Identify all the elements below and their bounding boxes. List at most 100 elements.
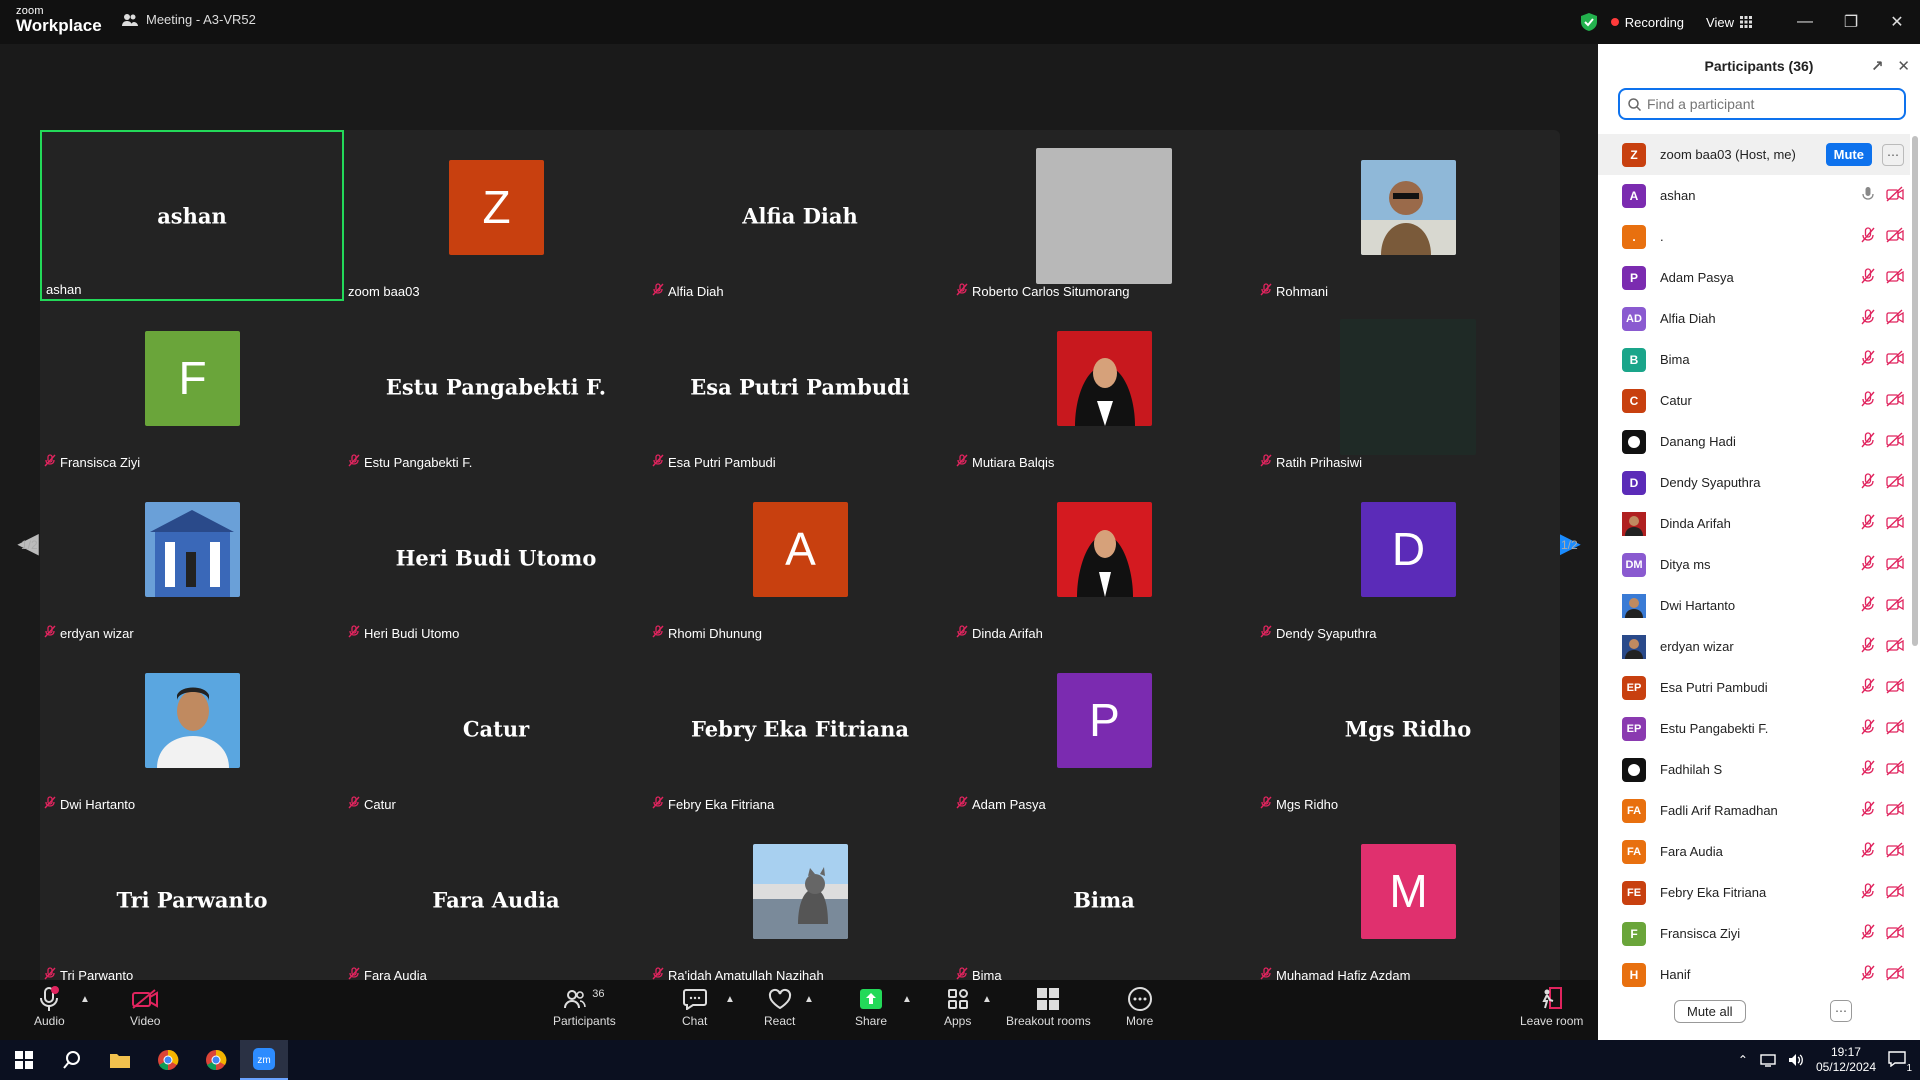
participant-row[interactable]: Dinda Arifah [1598,503,1910,544]
participant-search-box[interactable] [1618,88,1906,120]
participant-row[interactable]: Zzoom baa03 (Host, me) Mute ⋯ [1598,134,1910,175]
participant-more-button[interactable]: ⋯ [1882,143,1904,166]
share-button[interactable]: Share [855,984,887,1028]
participant-row[interactable]: P Adam Pasya [1598,257,1910,298]
minimize-button[interactable]: — [1782,0,1828,44]
video-tile[interactable]: Mutiara Balqis [952,301,1256,472]
close-panel-icon[interactable]: ✕ [1897,57,1910,75]
video-tile[interactable]: Heri Budi Utomo Heri Budi Utomo [344,472,648,643]
participant-row[interactable]: AD Alfia Diah [1598,298,1910,339]
participant-row[interactable]: .. [1598,216,1910,257]
zoom-taskbar-icon[interactable]: zm [240,1040,288,1080]
tray-chevron-up-icon[interactable]: ⌃ [1738,1053,1748,1067]
participant-row[interactable]: Danang Hadi [1598,421,1910,462]
participant-row[interactable]: D Dendy Syaputhra [1598,462,1910,503]
participant-list-scrollbar[interactable] [1912,136,1918,646]
volume-icon[interactable] [1788,1053,1804,1067]
participant-row[interactable]: Aashan [1598,175,1910,216]
video-tile[interactable]: ashan ashan [40,130,344,301]
participant-row[interactable]: Dwi Hartanto [1598,585,1910,626]
audio-options-chevron-icon[interactable]: ▲ [80,994,90,1005]
taskbar-search-icon[interactable] [48,1040,96,1080]
video-tile[interactable]: Dwi Hartanto [40,643,344,814]
participant-row[interactable]: F Fransisca Ziyi [1598,913,1910,954]
leave-room-button[interactable]: Leave room [1520,984,1583,1028]
video-tile[interactable]: P Adam Pasya [952,643,1256,814]
participant-row[interactable]: FA Fadli Arif Ramadhan [1598,790,1910,831]
react-button[interactable]: React [764,984,795,1028]
view-button[interactable]: View [1706,15,1752,30]
video-tile[interactable]: Dinda Arifah [952,472,1256,643]
breakout-rooms-button[interactable]: Breakout rooms [1006,984,1091,1028]
chrome-profile-icon[interactable] [192,1040,240,1080]
video-tile[interactable]: Alfia Diah Alfia Diah [648,130,952,301]
participant-row[interactable]: DM Ditya ms [1598,544,1910,585]
panel-more-options-button[interactable]: ⋯ [1830,1000,1852,1022]
participants-label: Participants [553,1014,616,1028]
video-tile[interactable]: Tri Parwanto Tri Parwanto [40,814,344,985]
video-tile[interactable]: Esa Putri Pambudi Esa Putri Pambudi [648,301,952,472]
video-tile[interactable]: erdyan wizar [40,472,344,643]
windows-start-icon[interactable] [0,1040,48,1080]
chrome-icon[interactable] [144,1040,192,1080]
video-tile[interactable]: Roberto Carlos Situmorang [952,130,1256,301]
mic-muted-icon [1860,719,1876,738]
meeting-title[interactable]: Meeting - A3-VR52 [122,12,256,27]
video-tile[interactable]: F Fransisca Ziyi [40,301,344,472]
pop-out-icon[interactable]: ↗ [1871,57,1884,75]
video-button[interactable]: Video [130,984,160,1028]
video-tile[interactable]: Zzoom baa03 [344,130,648,301]
participant-row[interactable]: erdyan wizar [1598,626,1910,667]
file-explorer-icon[interactable] [96,1040,144,1080]
video-tile[interactable]: Fara Audia Fara Audia [344,814,648,985]
taskbar-clock[interactable]: 19:17 05/12/2024 [1816,1045,1876,1075]
tile-name-label: zoom baa03 [348,284,420,299]
video-tile[interactable]: Febry Eka Fitriana Febry Eka Fitriana [648,643,952,814]
participant-row[interactable]: FA Fara Audia [1598,831,1910,872]
participant-avatar: F [1622,921,1646,946]
video-tile[interactable]: Ratih Prihasiwi [1256,301,1560,472]
more-button[interactable]: More [1126,984,1153,1028]
chat-options-chevron-icon[interactable]: ▲ [725,994,735,1005]
close-window-button[interactable]: ✕ [1874,0,1920,44]
audio-button[interactable]: Audio [34,984,65,1028]
mic-muted-icon [956,625,968,641]
share-options-chevron-icon[interactable]: ▲ [902,994,912,1005]
tile-name-text: Estu Pangabekti F. [364,454,473,470]
participant-row[interactable]: C Catur [1598,380,1910,421]
react-options-chevron-icon[interactable]: ▲ [804,994,814,1005]
video-tile[interactable]: Ra'idah Amatullah Nazihah [648,814,952,985]
participants-button[interactable]: 36 Participants [553,984,616,1028]
tile-profile-photo [753,843,848,939]
participant-avatar: A [1622,183,1646,208]
video-tile[interactable]: Rohmani [1256,130,1560,301]
tile-display-name: ashan [157,203,227,228]
participant-search-input[interactable] [1647,96,1887,112]
video-tile[interactable]: A Rhomi Dhunung [648,472,952,643]
camera-off-icon [1886,719,1904,738]
video-tile[interactable]: Estu Pangabekti F. Estu Pangabekti F. [344,301,648,472]
tile-name-text: Rhomi Dhunung [668,625,762,641]
video-tile[interactable]: Catur Catur [344,643,648,814]
participant-row[interactable]: EP Esa Putri Pambudi [1598,667,1910,708]
mute-all-button[interactable]: Mute all [1674,1000,1746,1023]
chat-button[interactable]: Chat [682,984,707,1028]
restore-button[interactable]: ❐ [1828,0,1874,44]
mute-self-button[interactable]: Mute [1825,143,1872,166]
video-tile[interactable]: M Muhamad Hafiz Azdam [1256,814,1560,985]
participant-row[interactable]: EP Estu Pangabekti F. [1598,708,1910,749]
network-icon[interactable] [1760,1053,1776,1067]
participant-row[interactable]: B Bima [1598,339,1910,380]
mic-muted-icon [1860,432,1876,451]
apps-options-chevron-icon[interactable]: ▲ [982,994,992,1005]
notification-center-icon[interactable]: 1 [1888,1050,1912,1074]
participant-row[interactable]: Fadhilah S [1598,749,1910,790]
recording-indicator[interactable]: Recording [1610,15,1684,30]
participant-row[interactable]: FE Febry Eka Fitriana [1598,872,1910,913]
video-tile[interactable]: Mgs Ridho Mgs Ridho [1256,643,1560,814]
security-shield-icon[interactable] [1580,13,1597,31]
tile-name-label: Febry Eka Fitriana [652,796,774,812]
video-tile[interactable]: D Dendy Syaputhra [1256,472,1560,643]
apps-button[interactable]: Apps [944,984,971,1028]
video-tile[interactable]: Bima Bima [952,814,1256,985]
